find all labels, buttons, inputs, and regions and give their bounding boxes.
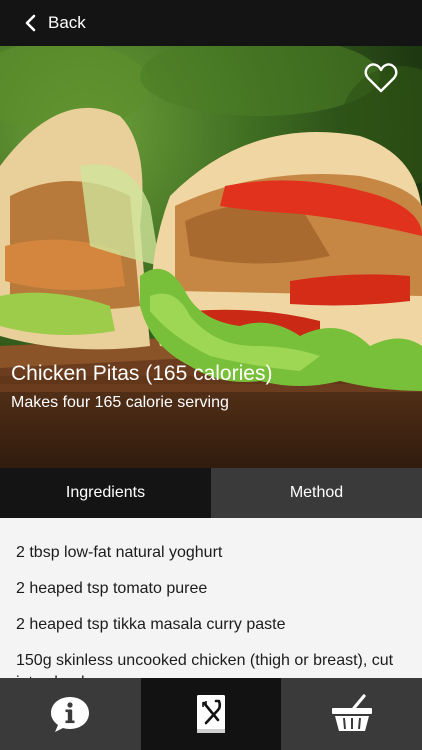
top-bar: Back — [0, 0, 422, 46]
tab-method[interactable]: Method — [211, 468, 422, 518]
recipes-button[interactable] — [140, 678, 282, 750]
shopping-list-button[interactable] — [281, 678, 422, 750]
list-item: 2 tbsp low-fat natural yoghurt — [16, 544, 223, 561]
list-item: 150g skinless uncooked chicken (thigh or… — [16, 652, 394, 678]
back-button[interactable]: Back — [0, 0, 86, 46]
recipe-title: Chicken Pitas (165 calories) — [11, 362, 273, 385]
recipe-book-icon — [197, 695, 225, 733]
bottom-nav — [0, 678, 422, 750]
list-item: 2 heaped tsp tikka masala curry paste — [16, 616, 286, 633]
ingredients-list: 2 tbsp low-fat natural yoghurt 2 heaped … — [0, 518, 422, 678]
shopping-basket-icon — [331, 694, 372, 731]
back-label: Back — [48, 13, 86, 32]
recipe-tabs: Ingredients Method — [0, 468, 422, 518]
chevron-left-icon — [25, 14, 36, 32]
heart-icon[interactable] — [364, 62, 398, 94]
info-icon — [51, 697, 90, 732]
list-item: 2 heaped tsp tomato puree — [16, 580, 208, 597]
recipe-subtitle: Makes four 165 calorie serving — [11, 394, 229, 411]
info-button[interactable] — [0, 678, 141, 750]
tab-ingredients[interactable]: Ingredients — [0, 468, 211, 518]
